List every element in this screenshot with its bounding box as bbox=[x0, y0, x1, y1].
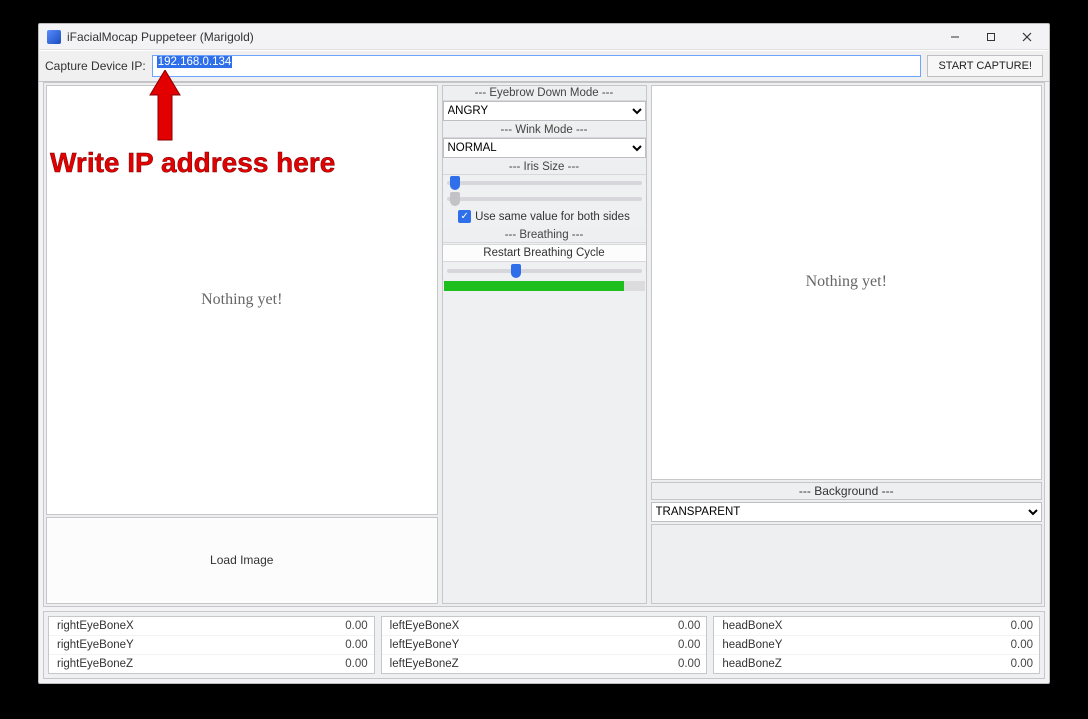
breathing-progress bbox=[444, 281, 645, 291]
table-row: headBoneY0.00 bbox=[714, 635, 1039, 654]
table-row: leftEyeBoneY0.00 bbox=[382, 635, 707, 654]
iris-size-slider-bottom[interactable] bbox=[443, 191, 646, 207]
start-capture-button[interactable]: START CAPTURE! bbox=[927, 55, 1043, 77]
ip-input-value: 192.168.0.134 bbox=[157, 56, 233, 68]
breathing-label: --- Breathing --- bbox=[443, 228, 646, 243]
annotation-text: Write IP address here bbox=[50, 147, 335, 179]
settings-column: --- Eyebrow Down Mode --- ANGRY --- Wink… bbox=[442, 85, 647, 604]
load-image-button[interactable]: Load Image bbox=[46, 517, 438, 605]
bone-readouts: rightEyeBoneX0.00 rightEyeBoneY0.00 righ… bbox=[43, 611, 1045, 679]
same-value-label: Use same value for both sides bbox=[475, 211, 630, 223]
iris-size-slider-top[interactable] bbox=[443, 175, 646, 191]
table-row: headBoneZ0.00 bbox=[714, 654, 1039, 673]
breathing-slider[interactable] bbox=[443, 263, 646, 279]
table-row: rightEyeBoneX0.00 bbox=[49, 617, 374, 635]
eyebrow-mode-select[interactable]: ANGRY bbox=[443, 101, 646, 121]
table-row: rightEyeBoneY0.00 bbox=[49, 635, 374, 654]
left-preview-text: Nothing yet! bbox=[201, 291, 282, 309]
background-select[interactable]: TRANSPARENT bbox=[651, 502, 1043, 522]
bone-box-right-eye: rightEyeBoneX0.00 rightEyeBoneY0.00 righ… bbox=[48, 616, 375, 674]
right-column: Nothing yet! --- Background --- TRANSPAR… bbox=[651, 85, 1043, 604]
window-title: iFacialMocap Puppeteer (Marigold) bbox=[67, 30, 254, 44]
load-image-label: Load Image bbox=[210, 553, 273, 567]
bone-box-left-eye: leftEyeBoneX0.00 leftEyeBoneY0.00 leftEy… bbox=[381, 616, 708, 674]
iris-size-label: --- Iris Size --- bbox=[443, 160, 646, 175]
wink-mode-select[interactable]: NORMAL bbox=[443, 138, 646, 158]
minimize-button[interactable] bbox=[937, 25, 973, 49]
maximize-button[interactable] bbox=[973, 25, 1009, 49]
close-icon bbox=[1022, 32, 1032, 42]
table-row: rightEyeBoneZ0.00 bbox=[49, 654, 374, 673]
table-row: leftEyeBoneZ0.00 bbox=[382, 654, 707, 673]
titlebar: iFacialMocap Puppeteer (Marigold) bbox=[39, 24, 1049, 50]
eyebrow-mode-label: --- Eyebrow Down Mode --- bbox=[443, 86, 646, 101]
table-row: headBoneX0.00 bbox=[714, 617, 1039, 635]
wink-mode-label: --- Wink Mode --- bbox=[443, 123, 646, 138]
background-label: --- Background --- bbox=[651, 482, 1043, 500]
maximize-icon bbox=[986, 32, 996, 42]
close-button[interactable] bbox=[1009, 25, 1045, 49]
table-row: leftEyeBoneX0.00 bbox=[382, 617, 707, 635]
right-preview-panel: Nothing yet! bbox=[651, 85, 1043, 480]
capture-toolbar: Capture Device IP: 192.168.0.134 START C… bbox=[39, 50, 1049, 82]
same-value-row[interactable]: ✓ Use same value for both sides bbox=[443, 207, 646, 228]
ip-input[interactable]: 192.168.0.134 bbox=[152, 55, 922, 77]
background-blank-area bbox=[651, 524, 1043, 605]
right-preview-text: Nothing yet! bbox=[806, 273, 887, 291]
app-icon bbox=[47, 30, 61, 44]
restart-breathing-button[interactable]: Restart Breathing Cycle bbox=[443, 244, 646, 262]
same-value-checkbox[interactable]: ✓ bbox=[458, 210, 471, 223]
ip-label: Capture Device IP: bbox=[45, 59, 146, 73]
bone-box-head: headBoneX0.00 headBoneY0.00 headBoneZ0.0… bbox=[713, 616, 1040, 674]
app-window: iFacialMocap Puppeteer (Marigold) Captur… bbox=[38, 23, 1050, 684]
minimize-icon bbox=[950, 32, 960, 42]
